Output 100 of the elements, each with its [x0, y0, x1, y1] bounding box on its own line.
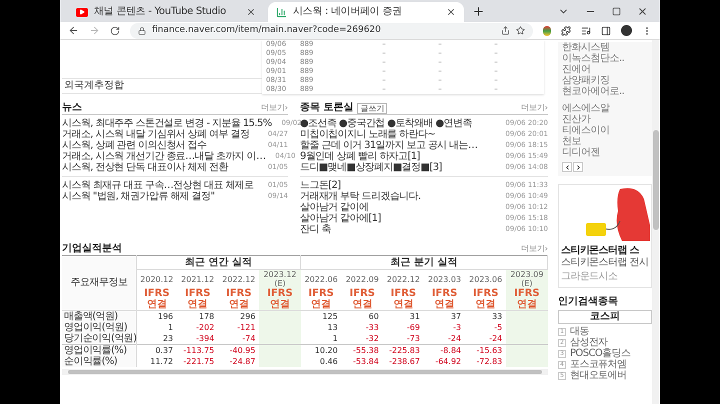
- maximize-icon[interactable]: [612, 7, 621, 16]
- close-icon[interactable]: [637, 6, 648, 17]
- ad-text[interactable]: 스티키몬스터랩 전시: [561, 257, 649, 269]
- stock-link[interactable]: 포스코퓨처엠: [570, 359, 626, 370]
- post-link[interactable]: 할줄 근데 이거 31일까지 보고 공시 내는…: [300, 140, 478, 151]
- table-cell: -55.38: [353, 346, 379, 355]
- table-cell: -73: [406, 334, 420, 343]
- post-link[interactable]: ●조선족 ●중국간첩 ●토착왜배 ●연변족: [300, 118, 472, 129]
- reload-icon[interactable]: [110, 26, 120, 36]
- table-cell: 178: [199, 312, 214, 321]
- new-tab-icon[interactable]: [472, 5, 485, 18]
- share-icon[interactable]: [501, 26, 510, 35]
- table-cell: 37: [450, 312, 462, 321]
- table-cell: -221.75: [183, 357, 214, 366]
- section-label: 외국계추정합: [62, 78, 262, 94]
- stock-link[interactable]: 진에어: [562, 64, 648, 75]
- table-cell: 23: [162, 334, 174, 343]
- section-title: 종목 토론실: [300, 102, 354, 114]
- close-icon[interactable]: [246, 7, 256, 17]
- section-title: 뉴스: [62, 102, 82, 114]
- post-link[interactable]: 시스웍, 최대주주 스톤건설로 변경 - 지분율 15.5%: [62, 118, 272, 129]
- table-cell: -225.83: [389, 346, 420, 355]
- basis-label: IFRS 연결: [184, 288, 210, 310]
- table-cell: -15.63: [476, 346, 502, 355]
- address-bar[interactable]: finance.naver.com/item/main.naver?code=269620: [130, 22, 533, 38]
- stock-link[interactable]: 삼성전자: [570, 337, 608, 348]
- row-header: 매출액(억원): [62, 310, 136, 322]
- table-cell: 1: [332, 334, 338, 343]
- media-list-icon[interactable]: [581, 26, 591, 36]
- post-link[interactable]: 미칩이칩이지니 노래를 하란다~: [300, 129, 436, 140]
- table-cell: -24: [489, 334, 502, 343]
- more-link[interactable]: 더보기›: [520, 102, 548, 114]
- table-cell: -238.67: [389, 357, 420, 366]
- write-button[interactable]: 글쓰기: [357, 102, 388, 114]
- post-link[interactable]: 거래소, 시스웍 개선기간 종료…내달 초까지 이…: [62, 151, 266, 162]
- back-icon[interactable]: [68, 25, 79, 36]
- market-tab[interactable]: 코스피: [558, 310, 652, 324]
- post-link[interactable]: 9월인데 상폐 빨리 하자고[1]: [300, 151, 420, 162]
- stock-link[interactable]: 천보: [562, 136, 648, 147]
- stock-link[interactable]: 에스에스알: [562, 103, 648, 114]
- more-link[interactable]: 더보기›: [520, 242, 548, 254]
- post-link[interactable]: 드디■맺네■상장폐지■결정■[3]: [300, 162, 442, 173]
- stock-link[interactable]: 티에스이이: [562, 125, 648, 136]
- bookmark-star-icon[interactable]: [516, 26, 525, 35]
- table-cell: 125: [322, 312, 338, 321]
- period-header: 2022.12: [218, 270, 260, 288]
- basis-label: IFRS 연결: [267, 288, 293, 310]
- stock-link[interactable]: 현대오토에버: [570, 370, 626, 381]
- table-cell: -202: [196, 323, 214, 332]
- table-cell: 196: [158, 312, 174, 321]
- close-icon[interactable]: [446, 7, 456, 17]
- post-link[interactable]: 살아남거 같이에: [300, 202, 368, 213]
- period-header: 2023.06: [465, 270, 506, 288]
- next-button[interactable]: [573, 162, 583, 172]
- post-link[interactable]: 살아남거 같아에[1]: [300, 213, 381, 224]
- post-link[interactable]: 시스웍 "법원, 채권가압류 해제 결정": [62, 191, 214, 202]
- previous-button[interactable]: [562, 162, 572, 172]
- table-cell: 11.72: [150, 357, 174, 366]
- stock-link[interactable]: 디디어젠: [562, 147, 648, 158]
- post-link[interactable]: 느그돈[2]: [300, 180, 341, 191]
- post-link[interactable]: 거래재개 부탁 드리겠습니다.: [300, 191, 421, 202]
- section-title: 인기검색종목: [558, 296, 619, 308]
- browser-tab[interactable]: 시스웍 : 네이버페이 증권: [268, 2, 464, 22]
- video-icon: [76, 8, 88, 16]
- extensions-icon[interactable]: [561, 26, 571, 36]
- table-cell: 13: [328, 323, 338, 332]
- stock-link[interactable]: 현코아에어로..: [562, 86, 648, 97]
- basis-label: IFRS 연결: [226, 288, 252, 310]
- table-cell: 1: [168, 323, 174, 332]
- table-cell: 296: [240, 312, 256, 321]
- table-cell: 10.20: [314, 346, 338, 355]
- browser-tab[interactable]: 채널 콘텐츠 - YouTube Studio: [68, 2, 264, 22]
- post-link[interactable]: 시스웍, 전상현 단독 대표이사 체제 전환: [62, 162, 228, 173]
- stock-link[interactable]: 한화시스템: [562, 42, 648, 53]
- extension-icon[interactable]: [543, 26, 551, 36]
- row-header: 당기순이익(억원): [62, 333, 136, 344]
- stock-link[interactable]: 진산가: [562, 114, 648, 125]
- period-header: 2023.12 (E): [259, 270, 301, 288]
- stock-link[interactable]: 삼양패키징: [562, 75, 648, 86]
- post-link[interactable]: 시스웍 최재규 대표 구속…전상현 대표 체제로: [62, 180, 254, 191]
- table-cell: -5: [494, 323, 502, 332]
- stock-link[interactable]: POSCO홀딩스: [570, 348, 630, 359]
- post-link[interactable]: 거래소, 시스웍 내달 기심위서 상폐 여부 결정: [62, 129, 250, 140]
- period-header: 2022.06: [300, 270, 342, 288]
- table-cell: -64.92: [435, 357, 462, 366]
- post-link[interactable]: 잔디 축: [300, 224, 331, 235]
- side-panel-icon[interactable]: [601, 26, 611, 36]
- more-link[interactable]: 더보기›: [260, 102, 288, 114]
- row-header: 순이익률(%): [62, 356, 136, 367]
- stock-link[interactable]: 대동: [570, 326, 589, 337]
- column-header: 주요재무정보: [62, 256, 136, 310]
- ad-title[interactable]: 스티키몬스터랩 스: [561, 245, 649, 257]
- table-cell: -32: [366, 334, 379, 343]
- basis-label: IFRS 연결: [350, 288, 375, 310]
- row-header: 영업이익(억원): [62, 322, 136, 333]
- basis-label: IFRS 연결: [308, 288, 334, 310]
- post-link[interactable]: 시스웍, 상폐 관련 이의신청서 접수: [62, 140, 206, 151]
- stock-link[interactable]: 이녹스첨단소..: [562, 53, 648, 64]
- table-cell: -3: [453, 323, 462, 332]
- table-cell: -53.84: [353, 357, 379, 366]
